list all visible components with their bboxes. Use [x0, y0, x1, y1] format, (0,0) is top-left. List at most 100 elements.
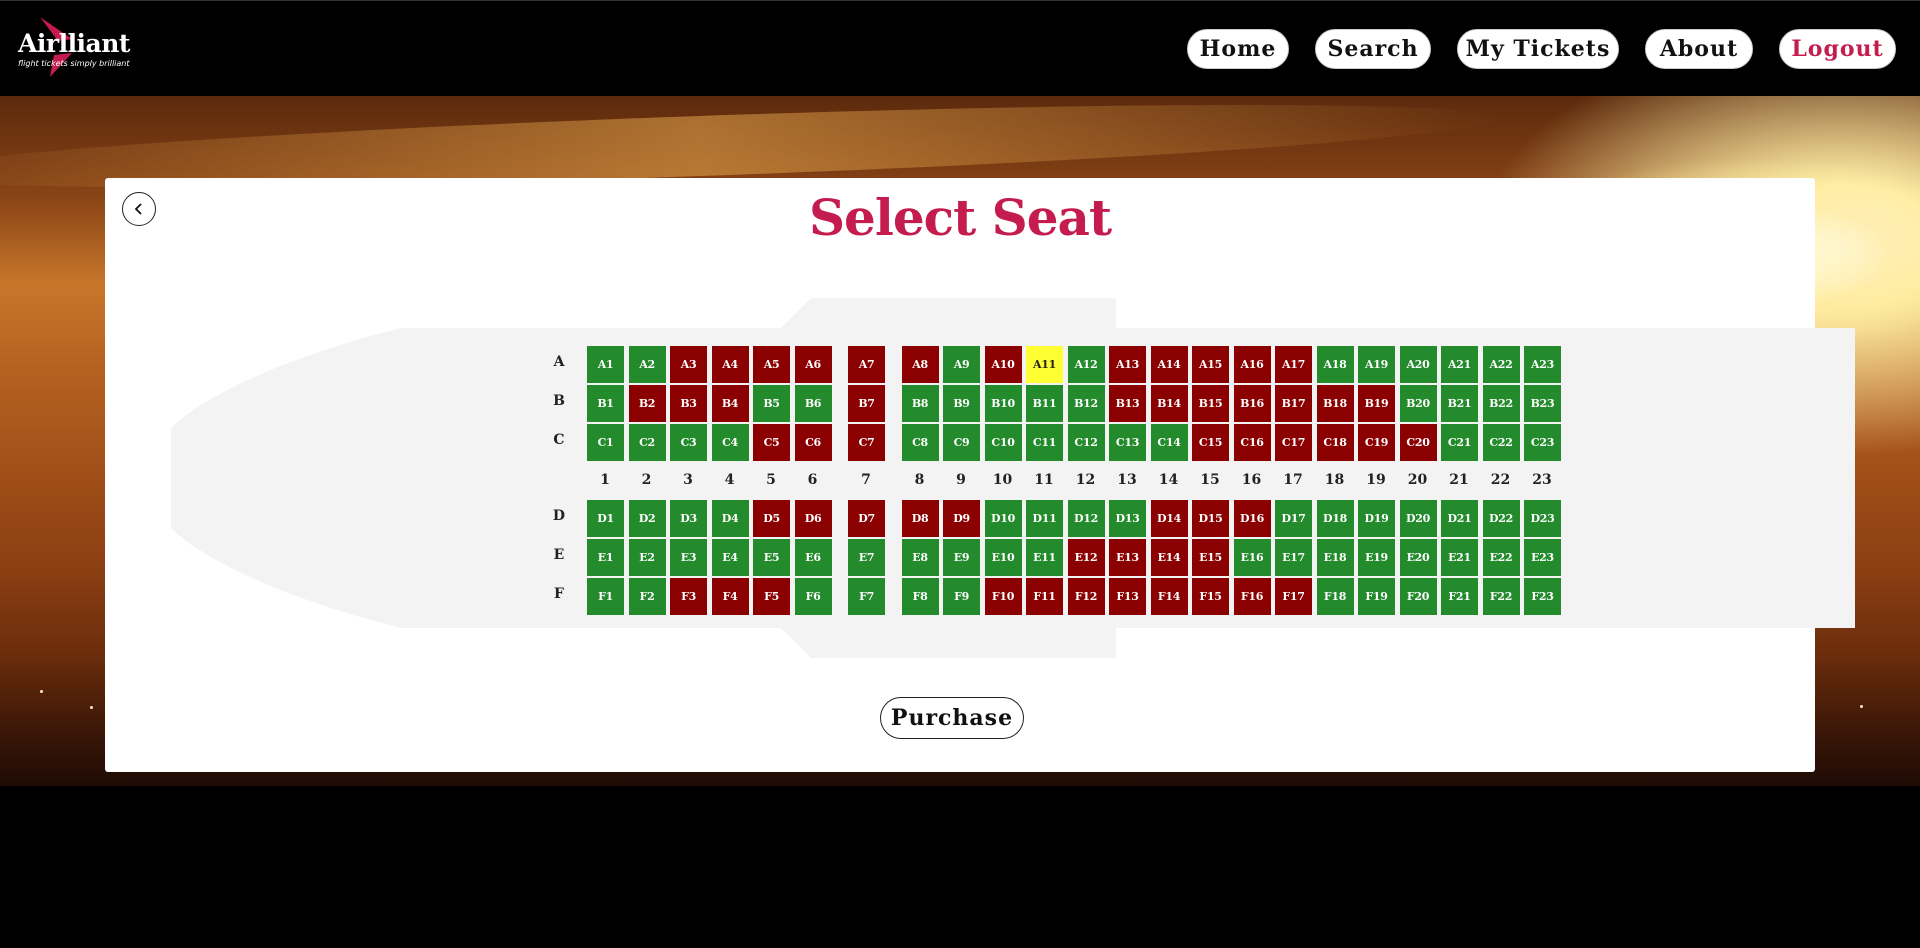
- seat-d13[interactable]: D13: [1109, 500, 1146, 537]
- seat-f10[interactable]: F10: [984, 578, 1022, 615]
- seat-f11[interactable]: F11: [1026, 578, 1063, 615]
- seat-d15[interactable]: D15: [1192, 500, 1229, 537]
- seat-e14[interactable]: E14: [1150, 539, 1188, 576]
- seat-c5[interactable]: C5: [753, 424, 790, 461]
- purchase-button[interactable]: Purchase: [880, 697, 1024, 739]
- seat-f3[interactable]: F3: [670, 578, 707, 615]
- seat-f4[interactable]: F4: [711, 578, 749, 615]
- seat-e4[interactable]: E4: [711, 539, 749, 576]
- seat-e19[interactable]: E19: [1358, 539, 1395, 576]
- seat-b9[interactable]: B9: [943, 385, 980, 422]
- seat-e1[interactable]: E1: [587, 539, 624, 576]
- seat-a14[interactable]: A14: [1150, 346, 1188, 383]
- seat-d1[interactable]: D1: [587, 500, 624, 537]
- seat-d10[interactable]: D10: [984, 500, 1022, 537]
- seat-a19[interactable]: A19: [1358, 346, 1395, 383]
- seat-a13[interactable]: A13: [1109, 346, 1146, 383]
- nav-logout-button[interactable]: Logout: [1779, 29, 1896, 69]
- seat-d20[interactable]: D20: [1399, 500, 1437, 537]
- seat-c16[interactable]: C16: [1233, 424, 1271, 461]
- seat-f21[interactable]: F21: [1441, 578, 1478, 615]
- seat-e18[interactable]: E18: [1316, 539, 1354, 576]
- seat-b23[interactable]: B23: [1524, 385, 1561, 422]
- seat-b20[interactable]: B20: [1399, 385, 1437, 422]
- seat-b19[interactable]: B19: [1358, 385, 1395, 422]
- seat-d9[interactable]: D9: [943, 500, 980, 537]
- nav-search-button[interactable]: Search: [1315, 29, 1431, 69]
- seat-f2[interactable]: F2: [628, 578, 666, 615]
- seat-f16[interactable]: F16: [1233, 578, 1271, 615]
- seat-d22[interactable]: D22: [1482, 500, 1520, 537]
- seat-e21[interactable]: E21: [1441, 539, 1478, 576]
- seat-b21[interactable]: B21: [1441, 385, 1478, 422]
- seat-a5[interactable]: A5: [753, 346, 790, 383]
- seat-f9[interactable]: F9: [943, 578, 980, 615]
- seat-c1[interactable]: C1: [587, 424, 624, 461]
- seat-a10[interactable]: A10: [984, 346, 1022, 383]
- seat-a23[interactable]: A23: [1524, 346, 1561, 383]
- seat-e13[interactable]: E13: [1109, 539, 1146, 576]
- seat-c22[interactable]: C22: [1482, 424, 1520, 461]
- seat-b4[interactable]: B4: [711, 385, 749, 422]
- seat-d16[interactable]: D16: [1233, 500, 1271, 537]
- seat-b16[interactable]: B16: [1233, 385, 1271, 422]
- seat-d19[interactable]: D19: [1358, 500, 1395, 537]
- seat-e10[interactable]: E10: [984, 539, 1022, 576]
- seat-c15[interactable]: C15: [1192, 424, 1229, 461]
- seat-b7[interactable]: B7: [848, 385, 885, 422]
- seat-c11[interactable]: C11: [1026, 424, 1063, 461]
- seat-b8[interactable]: B8: [901, 385, 939, 422]
- seat-a20[interactable]: A20: [1399, 346, 1437, 383]
- seat-e23[interactable]: E23: [1524, 539, 1561, 576]
- seat-e17[interactable]: E17: [1275, 539, 1312, 576]
- seat-c18[interactable]: C18: [1316, 424, 1354, 461]
- seat-a18[interactable]: A18: [1316, 346, 1354, 383]
- seat-a11[interactable]: A11: [1026, 346, 1063, 383]
- seat-b10[interactable]: B10: [984, 385, 1022, 422]
- seat-c2[interactable]: C2: [628, 424, 666, 461]
- seat-d7[interactable]: D7: [848, 500, 885, 537]
- seat-c14[interactable]: C14: [1150, 424, 1188, 461]
- seat-e2[interactable]: E2: [628, 539, 666, 576]
- seat-c23[interactable]: C23: [1524, 424, 1561, 461]
- seat-b1[interactable]: B1: [587, 385, 624, 422]
- seat-f6[interactable]: F6: [794, 578, 832, 615]
- seat-b11[interactable]: B11: [1026, 385, 1063, 422]
- seat-c13[interactable]: C13: [1109, 424, 1146, 461]
- seat-b18[interactable]: B18: [1316, 385, 1354, 422]
- seat-f23[interactable]: F23: [1524, 578, 1561, 615]
- seat-f14[interactable]: F14: [1150, 578, 1188, 615]
- seat-e16[interactable]: E16: [1233, 539, 1271, 576]
- seat-b15[interactable]: B15: [1192, 385, 1229, 422]
- seat-b22[interactable]: B22: [1482, 385, 1520, 422]
- seat-e11[interactable]: E11: [1026, 539, 1063, 576]
- seat-c20[interactable]: C20: [1399, 424, 1437, 461]
- seat-a8[interactable]: A8: [901, 346, 939, 383]
- seat-e6[interactable]: E6: [794, 539, 832, 576]
- seat-d18[interactable]: D18: [1316, 500, 1354, 537]
- seat-c19[interactable]: C19: [1358, 424, 1395, 461]
- seat-a1[interactable]: A1: [587, 346, 624, 383]
- seat-c3[interactable]: C3: [670, 424, 707, 461]
- seat-a17[interactable]: A17: [1275, 346, 1312, 383]
- seat-a3[interactable]: A3: [670, 346, 707, 383]
- seat-e12[interactable]: E12: [1067, 539, 1105, 576]
- seat-f18[interactable]: F18: [1316, 578, 1354, 615]
- seat-d6[interactable]: D6: [794, 500, 832, 537]
- seat-d12[interactable]: D12: [1067, 500, 1105, 537]
- seat-b3[interactable]: B3: [670, 385, 707, 422]
- seat-d2[interactable]: D2: [628, 500, 666, 537]
- seat-e9[interactable]: E9: [943, 539, 980, 576]
- seat-b6[interactable]: B6: [794, 385, 832, 422]
- nav-home-button[interactable]: Home: [1187, 29, 1289, 69]
- seat-e15[interactable]: E15: [1192, 539, 1229, 576]
- seat-f17[interactable]: F17: [1275, 578, 1312, 615]
- seat-a16[interactable]: A16: [1233, 346, 1271, 383]
- seat-a21[interactable]: A21: [1441, 346, 1478, 383]
- seat-a15[interactable]: A15: [1192, 346, 1229, 383]
- seat-e7[interactable]: E7: [848, 539, 885, 576]
- seat-c7[interactable]: C7: [848, 424, 885, 461]
- seat-e22[interactable]: E22: [1482, 539, 1520, 576]
- seat-a7[interactable]: A7: [848, 346, 885, 383]
- seat-c6[interactable]: C6: [794, 424, 832, 461]
